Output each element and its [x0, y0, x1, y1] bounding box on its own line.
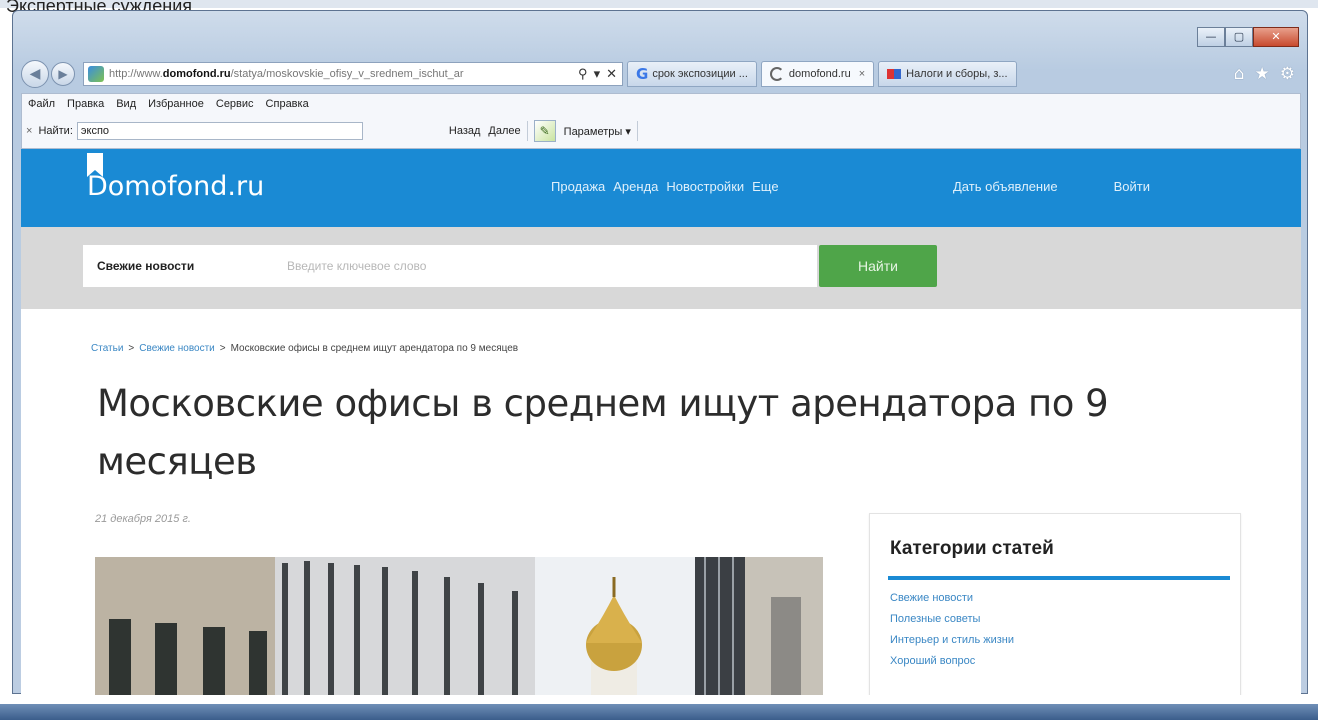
- find-separator-2: [636, 121, 638, 141]
- navigation-bar: ◀ ▶ http://www. domofond.ru/statya/moskov…: [21, 57, 1301, 91]
- favorites-star-icon[interactable]: ★: [1255, 64, 1270, 84]
- category-link[interactable]: Свежие новости: [890, 588, 1014, 609]
- nav-rent[interactable]: Аренда: [613, 179, 658, 194]
- flag-icon: [887, 69, 902, 79]
- forward-button[interactable]: ▶: [51, 62, 75, 86]
- nav-sale[interactable]: Продажа: [551, 179, 605, 194]
- article-photo-illustration: [95, 557, 823, 695]
- category-link[interactable]: Интерьер и стиль жизни: [890, 630, 1014, 651]
- breadcrumb: Статьи > Свежие новости > Московские офи…: [91, 343, 518, 354]
- address-tools: ⚲ ▾ ✕: [578, 66, 622, 82]
- nav-more[interactable]: Еще: [752, 179, 778, 194]
- search-box: Свежие новости: [83, 245, 817, 287]
- header-actions: Дать объявление Войти: [953, 179, 1150, 194]
- tab-label: domofond.ru: [788, 68, 851, 80]
- site-favicon-icon: [88, 66, 104, 82]
- find-bar: × Найти: Назад Далее ✎ Параметры ▾: [26, 120, 644, 142]
- menu-tools[interactable]: Сервис: [216, 98, 254, 110]
- address-path: /statya/moskovskie_ofisy_v_srednem_ischu…: [230, 68, 464, 80]
- address-bar[interactable]: http://www. domofond.ru/statya/moskovskie…: [83, 62, 623, 86]
- search-button[interactable]: Найти: [819, 245, 937, 287]
- categories-card: Категории статей Свежие новости Полезные…: [869, 513, 1241, 695]
- menu-bar: Файл Правка Вид Избранное Сервис Справка: [28, 98, 309, 110]
- tab-label: Налоги и сборы, з...: [906, 68, 1008, 80]
- menu-view[interactable]: Вид: [116, 98, 136, 110]
- desktop-backdrop: [0, 0, 1318, 8]
- browser-toolbar-icons: ⌂ ★ ⚙: [1234, 64, 1301, 84]
- page-viewport: Domofond.ru Продажа Аренда Новостройки Е…: [21, 149, 1301, 695]
- breadcrumb-separator: >: [219, 343, 226, 354]
- settings-gear-icon[interactable]: ⚙: [1280, 64, 1295, 84]
- minimize-button[interactable]: —: [1197, 27, 1225, 47]
- back-arrow-icon: ◀: [29, 66, 41, 82]
- categories-list: Свежие новости Полезные советы Интерьер …: [890, 588, 1014, 672]
- tab-label: срок экспозиции ...: [652, 68, 748, 80]
- menu-edit[interactable]: Правка: [67, 98, 104, 110]
- google-icon: G: [636, 65, 649, 83]
- back-button[interactable]: ◀: [21, 60, 49, 88]
- menu-favorites[interactable]: Избранное: [148, 98, 204, 110]
- search-band: Свежие новости Найти: [21, 227, 1301, 309]
- loading-icon: [769, 67, 784, 81]
- post-ad-link[interactable]: Дать объявление: [953, 179, 1058, 194]
- breadcrumb-current: Московские офисы в среднем ищут арендато…: [230, 343, 519, 354]
- tab-domofond[interactable]: domofond.ru ×: [760, 61, 875, 87]
- find-close-icon[interactable]: ×: [26, 125, 32, 137]
- address-domain: domofond.ru: [162, 68, 231, 80]
- close-window-button[interactable]: ✕: [1253, 27, 1299, 47]
- menu-help[interactable]: Справка: [266, 98, 309, 110]
- site-logo[interactable]: Domofond.ru: [87, 171, 264, 202]
- search-icon[interactable]: ⚲: [578, 66, 588, 82]
- menu-and-find-bar: Файл Правка Вид Избранное Сервис Справка…: [21, 93, 1301, 149]
- window-controls: — ▢ ✕: [1197, 27, 1299, 47]
- find-input[interactable]: [76, 122, 363, 140]
- browser-window: — ▢ ✕ ◀ ▶ http://www. domofond.ru/statya/…: [12, 10, 1308, 695]
- dropdown-icon[interactable]: ▾: [594, 66, 601, 82]
- categories-rule: [888, 576, 1230, 580]
- search-category-select[interactable]: Свежие новости: [97, 259, 285, 273]
- address-prefix: http://www.: [109, 68, 163, 80]
- find-separator: [526, 121, 528, 141]
- nav-new-buildings[interactable]: Новостройки: [666, 179, 744, 194]
- forward-arrow-icon: ▶: [58, 67, 68, 81]
- tab-google-search[interactable]: G срок экспозиции ...: [627, 61, 757, 87]
- search-input[interactable]: [285, 245, 817, 287]
- tab-taxes[interactable]: Налоги и сборы, з...: [878, 61, 1017, 87]
- categories-title: Категории статей: [890, 538, 1054, 559]
- article-date: 21 декабря 2015 г.: [95, 513, 191, 525]
- tab-close-icon[interactable]: ×: [859, 68, 865, 80]
- category-link[interactable]: Полезные советы: [890, 609, 1014, 630]
- article-photo: [95, 557, 823, 695]
- login-link[interactable]: Войти: [1114, 179, 1150, 194]
- maximize-button[interactable]: ▢: [1225, 27, 1253, 47]
- highlight-pen-icon[interactable]: ✎: [533, 120, 556, 142]
- menu-file[interactable]: Файл: [28, 98, 55, 110]
- find-previous-button[interactable]: Назад: [449, 125, 481, 137]
- windows-taskbar: [0, 704, 1318, 720]
- stop-icon[interactable]: ✕: [606, 66, 617, 82]
- category-link[interactable]: Хороший вопрос: [890, 651, 1014, 672]
- site-header: Domofond.ru Продажа Аренда Новостройки Е…: [21, 149, 1301, 227]
- page-title: Московские офисы в среднем ищут арендато…: [97, 382, 1109, 483]
- find-options-button[interactable]: Параметры ▾: [564, 125, 631, 138]
- breadcrumb-fresh-news[interactable]: Свежие новости: [139, 343, 215, 354]
- breadcrumb-separator: >: [128, 343, 135, 354]
- find-next-button[interactable]: Далее: [488, 125, 520, 137]
- find-label: Найти:: [38, 125, 73, 137]
- breadcrumb-articles[interactable]: Статьи: [91, 343, 123, 354]
- main-nav: Продажа Аренда Новостройки Еще: [551, 179, 779, 194]
- home-icon[interactable]: ⌂: [1234, 64, 1245, 84]
